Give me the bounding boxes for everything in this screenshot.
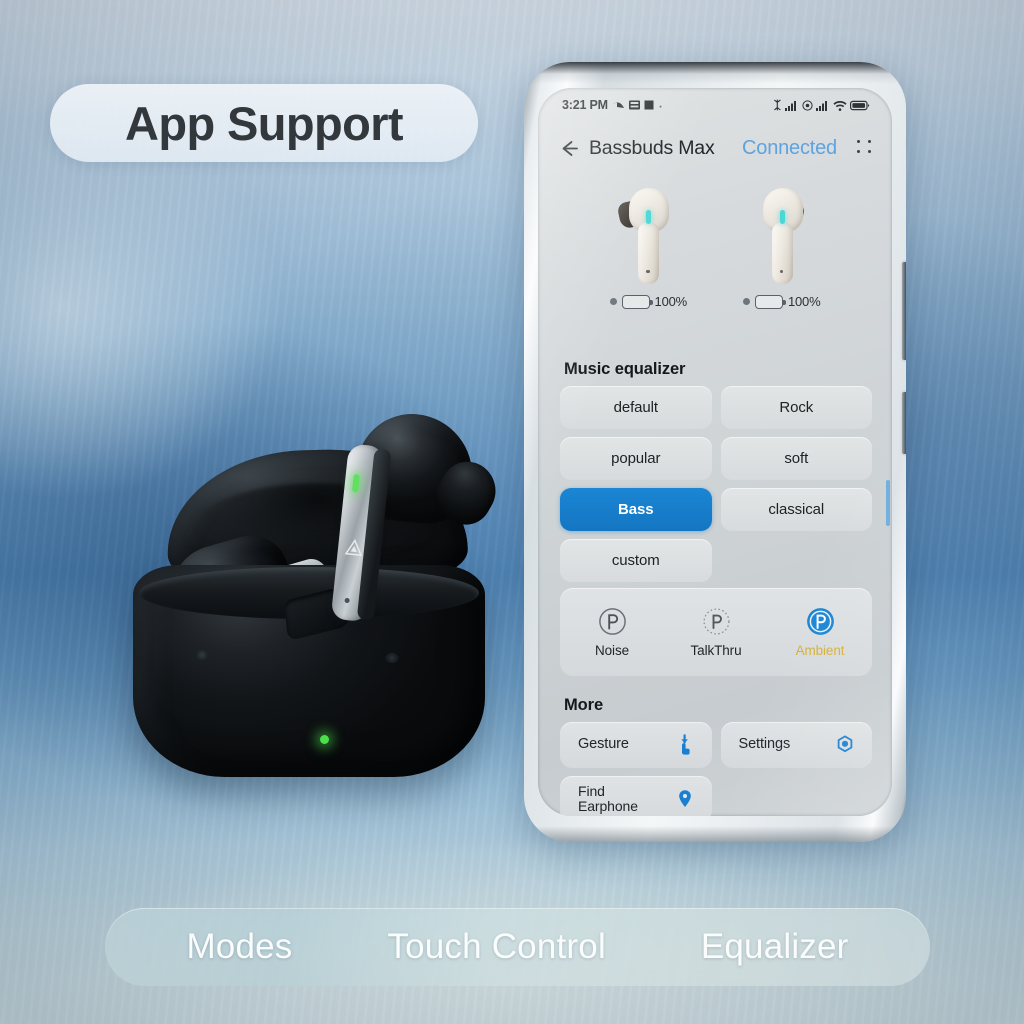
ambient-sound-icon [806,607,834,635]
connection-dot-icon [743,298,750,305]
eq-preset-bass[interactable]: Bass [560,488,712,531]
eq-preset-popular[interactable]: popular [560,437,712,480]
earbud-illustration [615,186,681,290]
battery-icon [755,294,786,309]
phone-frame: 3:21 PM Bassbuds Max Connected 100% 100%… [524,62,906,842]
eq-preset-default[interactable]: default [560,386,712,429]
wifi-icon [832,100,847,111]
smartphone-mockup: 3:21 PM Bassbuds Max Connected 100% 100%… [524,62,906,874]
signal-bars-icon [785,100,796,111]
square-icon [644,100,654,110]
battery-indicator: 100% [743,294,821,309]
earbud-standing [298,404,507,642]
feature-modes: Modes [186,927,293,966]
app-header: Bassbuds Max Connected [538,122,892,174]
four-dot-menu-icon[interactable] [857,139,874,157]
equalizer-section-heading: Music equalizer [564,360,686,378]
banner-title-pill: App Support [50,84,478,162]
charging-case-hinge-right [385,653,399,663]
status-bar-left: 3:21 PM [562,98,663,112]
earbud-stem [638,222,660,284]
earbuds-battery-panel: 100% 100% [538,180,892,316]
phone-screen: 3:21 PM Bassbuds Max Connected 100% 100%… [538,88,892,816]
bluetooth-icon [773,99,781,111]
mode-label: TalkThru [690,642,742,658]
tap-hand-icon [680,734,690,755]
mode-ambient[interactable]: Ambient [774,607,866,658]
eq-preset-custom[interactable]: custom [560,539,712,582]
location-pin-icon [678,790,691,807]
more-item-gesture[interactable]: Gesture [560,722,712,768]
charging-case-led-indicator [320,735,329,744]
more-options-grid: Gesture Settings Find Earphone [560,722,872,816]
more-item-label: Find Earphone [578,783,638,814]
earbud-led-indicator [646,210,652,224]
battery-icon [850,100,870,110]
battery-indicator: 100% [609,294,688,309]
volume-button[interactable] [902,262,906,360]
status-bar: 3:21 PM [538,88,892,122]
back-arrow-icon[interactable] [558,138,579,159]
eq-preset-rock[interactable]: Rock [720,386,872,429]
noise-cancel-icon [598,607,626,635]
dot-icon [659,105,662,108]
listening-modes-card: Noise TalkThru Ambient [560,588,872,676]
signal-bars-icon [816,100,827,111]
more-item-settings[interactable]: Settings [720,722,872,768]
more-item-find-earphone[interactable]: Find Earphone [560,776,712,816]
more-item-label: Settings [738,736,791,753]
earbud-status-right: 100% [743,186,821,316]
screen-scrollbar[interactable] [886,480,890,526]
eq-preset-classical[interactable]: classical [720,488,872,531]
more-item-label: Gesture [578,736,629,753]
earbud-led-indicator [779,210,785,224]
feature-highlights-bar: Modes Touch Control Equalizer [105,908,930,986]
connection-status-label: Connected [742,136,837,159]
earbuds-product-image [95,395,525,865]
status-bar-clock: 3:21 PM [562,98,608,112]
mode-talkthru[interactable]: TalkThru [670,607,762,658]
battery-percent-label: 100% [654,294,688,309]
mode-noise[interactable]: Noise [566,607,658,658]
mode-label: Noise [594,642,629,658]
earbud-stem [771,222,793,284]
battery-icon [621,294,653,309]
feature-equalizer: Equalizer [700,927,849,966]
earbud-status-left: 100% [609,186,688,316]
earbud-illustration [749,186,815,290]
brand-logo-icon [344,538,363,557]
page-title: App Support [125,96,404,150]
device-name-label: Bassbuds Max [589,136,715,159]
charging-case-hinge-left [195,650,209,660]
feature-touch-control: Touch Control [387,927,606,966]
gear-hex-icon [837,735,853,753]
more-section-heading: More [564,696,604,714]
power-button[interactable] [902,392,906,454]
status-bar-right [773,99,871,111]
connection-dot-icon [609,298,617,305]
keyboard-icon [628,100,640,110]
back-arrow-notification-icon [612,101,624,108]
nfc-icon [801,99,813,111]
mode-label: Ambient [795,642,845,658]
talkthru-icon [702,607,730,635]
eq-preset-soft[interactable]: soft [720,437,872,480]
equalizer-preset-grid: default Rock popular soft Bass classical… [560,386,872,582]
battery-percent-label: 100% [788,294,821,309]
